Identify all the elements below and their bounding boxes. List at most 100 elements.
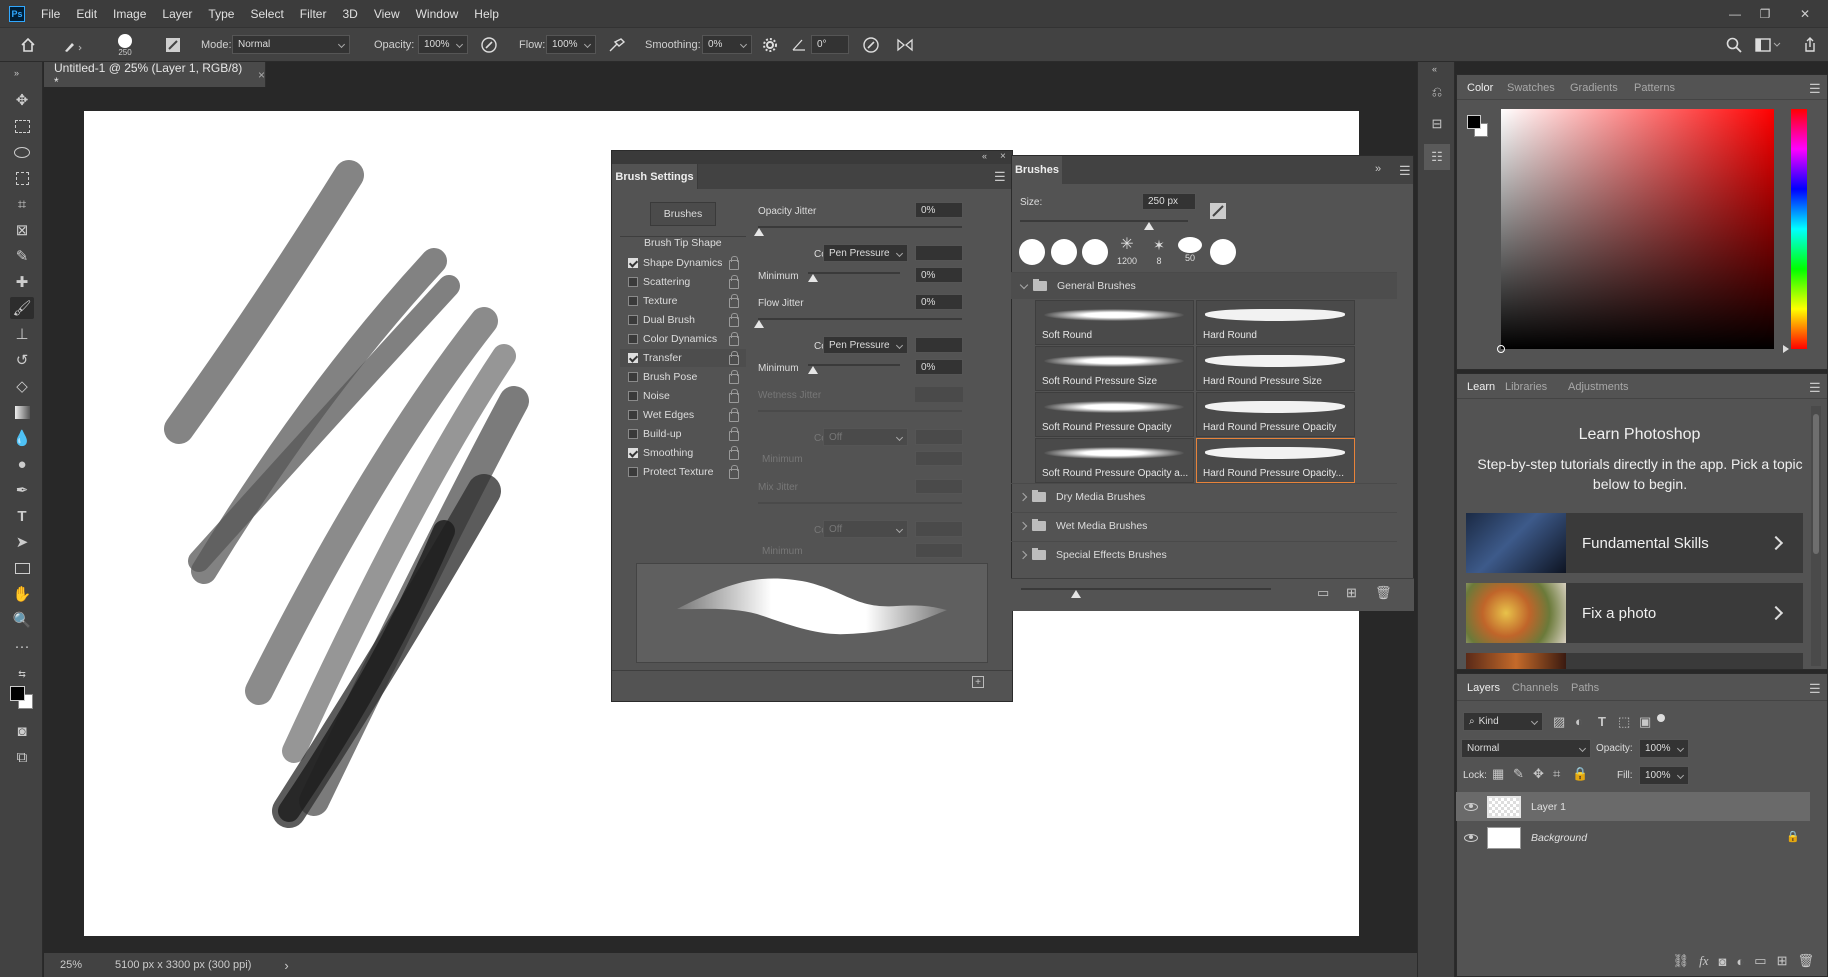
recent-tip-1[interactable] [1019,239,1045,265]
option-label[interactable]: Wet Edges [643,409,694,421]
recent-tip-2[interactable] [1051,239,1077,265]
general-brushes-group[interactable]: General Brushes [1011,272,1397,299]
color-picker-cursor[interactable] [1497,345,1505,353]
option-label[interactable]: Shape Dynamics [643,257,722,269]
brush-size-picker[interactable]: 250 [118,28,132,62]
option-lock-icon[interactable] [729,294,739,308]
hand-tool-icon[interactable]: ✋ [10,583,34,605]
brush-preset[interactable]: Soft Round Pressure Opacity [1035,392,1194,437]
tab-layers[interactable]: Layers [1467,682,1500,694]
history-panel-icon[interactable]: ⎌ [1427,82,1447,102]
pressure-size-icon[interactable] [862,28,880,62]
add-mask-icon[interactable]: ◙ [1719,954,1727,969]
menu-type[interactable]: Type [200,7,242,21]
flow-jitter-slider-thumb[interactable] [754,320,764,328]
learn-scrollbar[interactable] [1811,406,1821,666]
minimum-slider-1[interactable] [808,272,900,274]
special-effects-brushes-group[interactable]: Special Effects Brushes [1011,541,1397,568]
share-icon[interactable] [1802,28,1818,62]
menu-3d[interactable]: 3D [334,7,365,21]
layer-row-layer-1[interactable]: Layer 1 [1456,792,1810,821]
minimum-input-2[interactable]: 0% [915,359,963,375]
new-adjustment-layer-icon[interactable]: ◐ [1736,954,1744,969]
blend-mode-select[interactable]: Normal [1461,739,1591,758]
history-brush-tool-icon[interactable]: ↺ [10,349,34,371]
visibility-eye-icon[interactable] [1464,833,1478,842]
smoothing-input[interactable]: 0% [702,35,752,54]
brush-size-slider-thumb[interactable] [1144,222,1154,230]
option-label[interactable]: Dual Brush [643,314,695,326]
document-tab[interactable]: Untitled-1 @ 25% (Layer 1, RGB/8) * × [44,61,266,89]
preview-size-slider[interactable] [1021,588,1271,590]
lock-all-icon[interactable]: 🔒 [1572,766,1588,782]
filter-type-icon[interactable]: T [1598,714,1606,729]
type-tool-icon[interactable]: T [10,505,34,527]
tab-libraries[interactable]: Libraries [1505,381,1547,393]
brush-settings-panel-icon[interactable]: ⊟ [1427,114,1447,134]
tab-paths[interactable]: Paths [1571,682,1599,694]
control-select-1[interactable]: Pen Pressure [823,244,908,262]
brush-preset[interactable]: Hard Round Pressure Size [1196,346,1355,391]
collapse-strip-icon[interactable]: « [1432,64,1437,74]
zoom-tool-icon[interactable]: 🔍 [10,609,34,631]
swap-colors-icon[interactable]: ⇆ [10,663,34,685]
eyedropper-tool-icon[interactable]: ✎ [10,245,34,267]
new-layer-icon[interactable]: ⊞ [1777,953,1788,969]
menu-select[interactable]: Select [242,7,291,21]
filter-smart-object-icon[interactable]: ▣ [1639,714,1651,730]
fg-color-swatch[interactable] [1467,115,1481,129]
option-label[interactable]: Protect Texture [643,466,713,478]
learn-card-fundamental-skills[interactable]: Fundamental Skills [1466,513,1803,573]
option-checkbox[interactable] [628,467,638,477]
option-lock-icon[interactable] [729,370,739,384]
close-panel-icon[interactable]: × [1000,151,1006,162]
brush-preset[interactable]: Soft Round [1035,300,1194,345]
dodge-tool-icon[interactable]: ● [10,453,34,475]
expand-panel-icon[interactable]: » [1375,163,1381,175]
pen-tool-icon[interactable]: ✒ [10,479,34,501]
option-lock-icon[interactable] [729,256,739,270]
opacity-jitter-slider[interactable] [758,226,962,228]
collapse-panel-icon[interactable]: « [982,151,987,161]
edit-toolbar-icon[interactable]: ··· [10,635,34,657]
option-checkbox[interactable] [628,334,638,344]
close-window-button[interactable]: ✕ [1782,0,1828,27]
status-menu-arrow-icon[interactable]: › [284,958,288,973]
hue-slider[interactable] [1791,109,1807,349]
object-selection-tool-icon[interactable] [10,167,34,189]
filter-adjustment-icon[interactable]: ◐ [1575,714,1583,729]
workspace-switcher-icon[interactable] [1755,28,1781,62]
create-new-brush-icon[interactable]: + [972,676,984,688]
minimum-slider-thumb-2[interactable] [808,366,818,374]
link-layers-icon[interactable]: ⛓ [1673,953,1690,969]
option-label[interactable]: Brush Pose [643,371,697,383]
lock-artboard-icon[interactable]: ⌗ [1553,766,1560,782]
brush-preset[interactable]: Hard Round Pressure Opacity [1196,392,1355,437]
fill-input[interactable]: 100% [1639,766,1689,785]
lock-image-pixels-icon[interactable]: ✎ [1513,766,1524,782]
tab-channels[interactable]: Channels [1512,682,1558,694]
menu-layer[interactable]: Layer [154,7,200,21]
recent-tip-7[interactable] [1210,239,1236,265]
option-checkbox[interactable] [628,315,638,325]
option-lock-icon[interactable] [729,427,739,441]
opacity-jitter-slider-thumb[interactable] [754,228,764,236]
option-checkbox[interactable] [628,410,638,420]
layer-row-background[interactable]: Background 🔒 [1456,823,1810,852]
minimum-slider-thumb-1[interactable] [808,274,818,282]
new-brush-icon[interactable]: ⊞ [1346,585,1357,601]
option-lock-icon[interactable] [729,389,739,403]
option-checkbox[interactable] [628,391,638,401]
properties-panel-icon[interactable]: ☷ [1424,144,1450,170]
flow-input[interactable]: 100% [546,35,596,54]
move-tool-icon[interactable]: ✥ [10,89,34,111]
menu-file[interactable]: File [33,7,68,21]
screen-mode-icon[interactable]: ⧉ [10,746,34,768]
crop-tool-icon[interactable]: ⌗ [10,193,34,215]
option-label[interactable]: Texture [643,295,677,307]
flow-jitter-slider[interactable] [758,318,962,320]
recent-tip-3[interactable] [1082,239,1108,265]
tab-color[interactable]: Color [1467,82,1493,94]
brush-preset[interactable]: Soft Round Pressure Size [1035,346,1194,391]
minimum-input-1[interactable]: 0% [915,267,963,283]
